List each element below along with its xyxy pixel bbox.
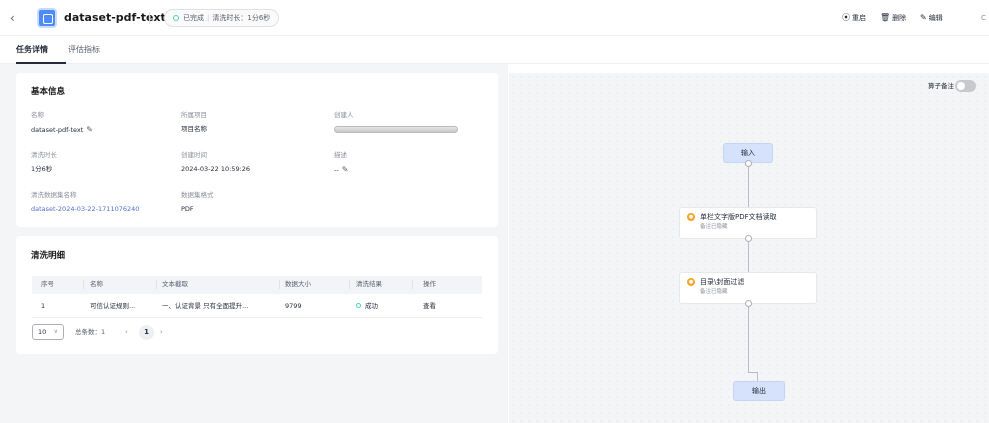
next-page-icon[interactable]: ›: [160, 324, 163, 340]
edit-icon: ✎: [920, 13, 927, 22]
edit-name-icon[interactable]: ✎: [86, 125, 93, 134]
total-count: 总条数：1: [75, 328, 106, 336]
name-text: dataset-pdf-text: [31, 126, 84, 134]
pipeline-canvas[interactable]: [509, 73, 989, 423]
chevron-down-icon: ∨: [53, 328, 58, 335]
connector-line: [748, 167, 749, 207]
details-heading: 清洗明细: [31, 251, 66, 261]
created-time-label: 创建时间: [181, 151, 207, 159]
page-title: dataset-pdf-text: [64, 11, 166, 24]
duration-value: 1分6秒: [31, 165, 53, 173]
top-bar: ‹ dataset-pdf-text 已完成 | 清洗时长：1分6秒 ⦿ 重启 🗑 删除…: [0, 0, 989, 36]
delete-button[interactable]: 🗑 删除: [880, 12, 906, 24]
tab-bar: 任务详情 评估指标: [0, 36, 989, 64]
output-port[interactable]: [745, 235, 752, 242]
project-label: 所属项目: [181, 111, 207, 119]
operator-note-label: 算子备注: [928, 82, 954, 90]
restart-icon: ⦿: [842, 13, 850, 22]
duration-field-label: 清洗时长: [31, 151, 57, 159]
output-port[interactable]: [745, 160, 752, 167]
operator-title: 单栏文字版PDF文档读取: [700, 213, 777, 221]
column-divider: [412, 280, 413, 289]
operator-title: 目录\封面过滤: [700, 278, 745, 286]
column-header: 清洗结果: [356, 280, 382, 288]
delete-label: 删除: [892, 14, 907, 22]
output-node[interactable]: 输出: [733, 381, 785, 401]
column-divider: [349, 280, 350, 289]
basic-info-heading: 基本信息: [31, 87, 66, 97]
dataset-icon: [37, 8, 57, 28]
description-value: -- ✎: [334, 165, 348, 175]
column-header: 名称: [90, 280, 103, 288]
row-name: 可信认证规则...: [90, 302, 136, 310]
row-result: 成功: [356, 302, 378, 311]
restart-label: 重启: [852, 14, 866, 22]
description-label: 描述: [334, 151, 347, 159]
name-label: 名称: [31, 111, 44, 119]
basic-info-card: [16, 73, 498, 227]
connector-line: [748, 242, 749, 272]
delete-icon: 🗑: [880, 13, 891, 22]
current-page-button[interactable]: 1: [139, 325, 154, 340]
operator-icon: ●: [687, 213, 695, 221]
description-text: --: [334, 166, 339, 174]
creator-label: 创建人: [334, 111, 354, 119]
page-size-value: 10: [38, 328, 47, 336]
success-dot-icon: [356, 303, 361, 308]
status-dot-icon: [173, 15, 179, 21]
column-header: 文本截取: [162, 280, 188, 288]
more-icon[interactable]: C: [981, 12, 986, 24]
column-divider: [156, 280, 157, 289]
column-divider: [83, 280, 84, 289]
prev-page-icon[interactable]: ‹: [125, 324, 128, 340]
duration-label: 清洗时长：1分6秒: [212, 14, 271, 22]
edit-description-icon[interactable]: ✎: [342, 165, 349, 174]
status-badge: 已完成 | 清洗时长：1分6秒: [164, 9, 280, 27]
row-index: 1: [41, 302, 46, 310]
edit-button[interactable]: ✎ 编辑: [920, 12, 943, 24]
chevron-left-icon[interactable]: ‹: [10, 11, 15, 25]
operator-note: 备注已隐藏: [700, 224, 728, 230]
tab-task-details[interactable]: 任务详情: [16, 44, 48, 56]
column-header: 操作: [423, 280, 436, 288]
output-port[interactable]: [745, 300, 752, 307]
column-header: 序号: [41, 280, 54, 288]
operator-icon: ●: [687, 278, 695, 286]
connector-line: [748, 307, 749, 373]
row-excerpt: 一、认证背景 只有全面提升...: [162, 302, 249, 310]
dataset-name-link[interactable]: dataset-2024-03-22-1711076240: [31, 205, 139, 214]
page-size-select[interactable]: 10 ∨: [32, 324, 64, 340]
column-header: 数据大小: [285, 280, 311, 288]
name-value: dataset-pdf-text ✎: [31, 125, 93, 135]
row-size: 9799: [285, 302, 302, 310]
view-link[interactable]: 查看: [423, 302, 436, 311]
connector-line: [757, 372, 758, 381]
row-divider: [32, 317, 482, 318]
status-label: 已完成: [183, 14, 204, 22]
tab-evaluation-metrics[interactable]: 评估指标: [68, 44, 100, 56]
creator-redacted: [334, 126, 458, 133]
row-result-text: 成功: [365, 302, 378, 310]
restart-button[interactable]: ⦿ 重启: [842, 12, 866, 24]
project-value: 项目名称: [181, 125, 207, 133]
operator-note-toggle[interactable]: [955, 80, 976, 92]
edit-label: 编辑: [928, 14, 943, 22]
dataset-name-label: 清洗数据集名称: [31, 191, 77, 199]
operator-note: 备注已隐藏: [700, 289, 728, 295]
dataset-format-value: PDF: [181, 205, 194, 213]
column-divider: [279, 280, 280, 289]
dataset-format-label: 数据集格式: [181, 191, 214, 199]
created-time-value: 2024-03-22 10:59:26: [181, 165, 251, 173]
divider: [149, 12, 150, 24]
